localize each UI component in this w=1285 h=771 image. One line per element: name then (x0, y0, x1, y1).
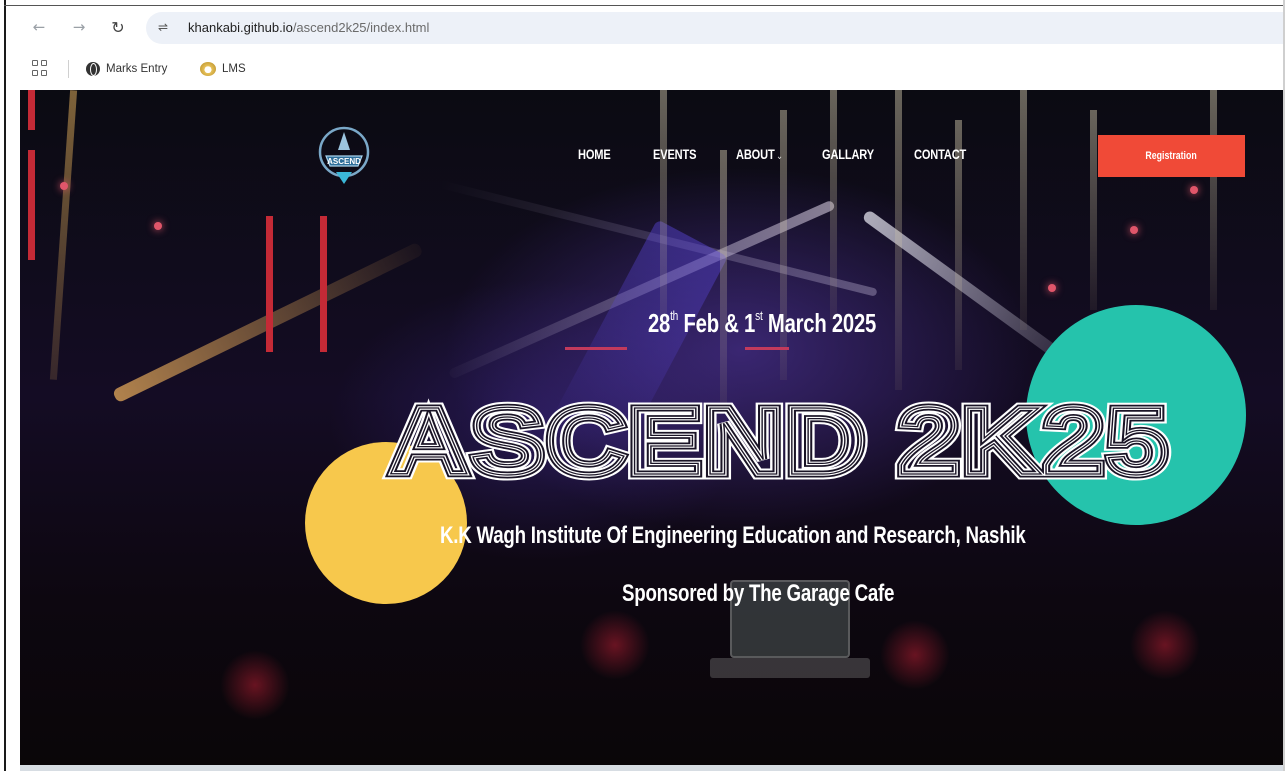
date-part: 28 (648, 308, 671, 338)
date-underline (745, 347, 789, 350)
browser-toolbar: ← → ↻ ⇌ khankabi.github.io/ascend2k25/in… (6, 6, 1285, 50)
url-host: khankabi.github.io (188, 20, 293, 35)
stage-light-dot (1048, 284, 1056, 292)
url-path: /ascend2k25/index.html (292, 20, 430, 35)
stage-glow (580, 610, 650, 680)
bookmark-label: LMS (222, 63, 246, 75)
hero-section: ASCEND HOME EVENTS ABOUT ⌄ GALLARY CONTAC… (20, 90, 1285, 771)
bookmarks-bar: Marks Entry LMS (6, 50, 1285, 90)
registration-button[interactable]: Registration (1098, 135, 1245, 177)
event-date: 28th Feb & 1st March 2025 (648, 308, 876, 339)
stage-light-beam (895, 90, 902, 390)
sponsor-text: Sponsored by The Garage Cafe (622, 580, 895, 607)
apps-grid-icon[interactable] (32, 60, 48, 76)
stage-glow (1130, 610, 1200, 680)
nav-about[interactable]: ABOUT ⌄ (736, 147, 783, 162)
back-arrow-icon[interactable]: ← (28, 16, 50, 38)
site-settings-icon[interactable]: ⇌ (158, 20, 174, 36)
section-divider (20, 765, 1285, 771)
date-part: Feb & 1 (678, 308, 756, 338)
date-suffix: th (670, 308, 679, 324)
stage-light-beam (49, 90, 78, 380)
bookmark-lms[interactable]: LMS (200, 59, 246, 79)
date-suffix: st (755, 308, 763, 324)
nav-gallary[interactable]: GALLARY (822, 147, 874, 162)
ascend-logo[interactable]: ASCEND (312, 122, 376, 190)
stage-red-bar (266, 216, 273, 352)
nav-contact[interactable]: CONTACT (914, 147, 966, 162)
date-part: March 2025 (762, 308, 877, 338)
nav-about-label: ABOUT (736, 147, 775, 162)
stage-light-dot (1190, 186, 1198, 194)
stage-light-beam (1020, 90, 1027, 330)
date-underline (565, 347, 627, 350)
forward-arrow-icon[interactable]: → (68, 16, 90, 38)
chevron-down-icon: ⌄ (776, 151, 783, 162)
stage-light-beam (830, 90, 837, 320)
stage-light-beam (1210, 90, 1217, 310)
nav-home[interactable]: HOME (578, 147, 611, 162)
stage-glow (880, 620, 950, 690)
stage-light-beam (1090, 110, 1097, 310)
window-frame-left (4, 0, 6, 771)
bookmarks-divider (68, 60, 69, 78)
registration-label: Registration (1145, 150, 1198, 162)
bookmark-label: Marks Entry (106, 63, 168, 75)
globe-icon (86, 62, 100, 76)
title-stroke-core: ASCEND 2K25 (388, 388, 1168, 495)
institute-name: K.K Wagh Institute Of Engineering Educat… (440, 522, 1026, 549)
bookmark-marks-entry[interactable]: Marks Entry (86, 59, 167, 79)
stage-light-beam (660, 90, 667, 330)
stage-red-bar (320, 216, 327, 352)
hero-title: ASCEND 2K25 ASCEND 2K25 ASCEND 2K25 ASCE… (383, 383, 1178, 501)
logo-text: ASCEND (327, 157, 361, 166)
reload-icon[interactable]: ↻ (107, 16, 129, 38)
stage-light-beam (720, 150, 727, 410)
stage-red-bar (28, 90, 35, 130)
stage-light-dot (60, 182, 68, 190)
stage-light-dot (154, 222, 162, 230)
stage-light-dot (1130, 226, 1138, 234)
url-text[interactable]: khankabi.github.io/ascend2k25/index.html (188, 20, 429, 35)
nav-events[interactable]: EVENTS (653, 147, 696, 162)
lms-icon (200, 62, 216, 76)
stage-glow (220, 650, 290, 720)
stage-red-bar (28, 150, 35, 260)
address-bar[interactable]: ⇌ khankabi.github.io/ascend2k25/index.ht… (146, 12, 1285, 44)
